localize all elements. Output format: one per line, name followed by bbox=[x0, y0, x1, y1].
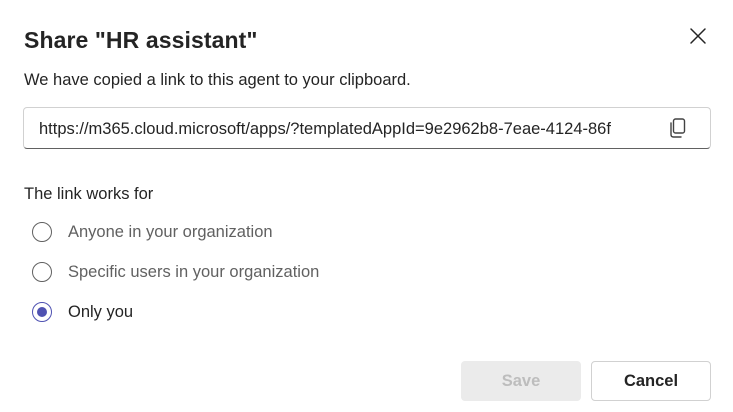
dialog-subtitle: We have copied a link to this agent to y… bbox=[24, 71, 411, 89]
cancel-button[interactable]: Cancel bbox=[591, 361, 711, 401]
radio-circle[interactable] bbox=[32, 222, 52, 242]
share-link-field[interactable]: https://m365.cloud.microsoft/apps/?templ… bbox=[23, 107, 711, 149]
share-dialog: Share "HR assistant" We have copied a li… bbox=[0, 0, 733, 412]
radio-specific-users[interactable]: Specific users in your organization bbox=[32, 260, 319, 284]
save-button[interactable]: Save bbox=[461, 361, 581, 401]
close-icon bbox=[690, 28, 706, 44]
radio-label: Anyone in your organization bbox=[68, 222, 273, 241]
share-link-text[interactable]: https://m365.cloud.microsoft/apps/?templ… bbox=[39, 118, 654, 140]
copy-icon bbox=[670, 118, 686, 138]
radio-circle[interactable] bbox=[32, 262, 52, 282]
radio-only-you[interactable]: Only you bbox=[32, 300, 133, 324]
radio-label: Only you bbox=[68, 302, 134, 321]
dialog-title: Share "HR assistant" bbox=[24, 27, 258, 53]
radio-circle-selected[interactable] bbox=[32, 302, 52, 322]
link-works-for-label: The link works for bbox=[24, 185, 154, 203]
copy-link-button[interactable] bbox=[667, 117, 689, 139]
radio-anyone-in-org[interactable]: Anyone in your organization bbox=[32, 220, 273, 244]
radio-label: Specific users in your organization bbox=[68, 262, 320, 281]
close-button[interactable] bbox=[686, 24, 710, 48]
